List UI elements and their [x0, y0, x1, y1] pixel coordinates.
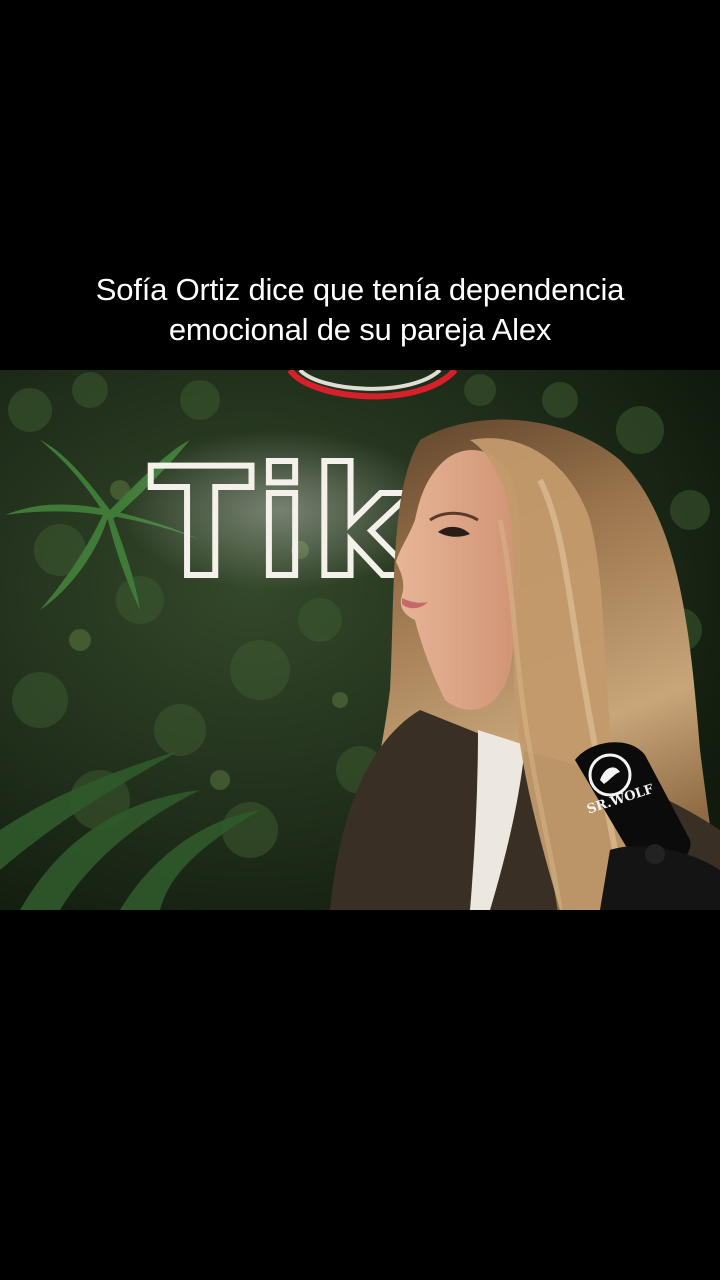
video-still-image: TikT SR.WOLF — [0, 370, 720, 910]
caption-line-1: Sofía Ortiz dice que tenía dependencia — [95, 272, 625, 307]
video-caption: Sofía Ortiz dice que tenía dependencia e… — [20, 270, 700, 350]
video-player-screen[interactable]: Sofía Ortiz dice que tenía dependencia e… — [0, 0, 720, 1280]
video-frame[interactable]: TikT SR.WOLF — [0, 370, 720, 910]
caption-line-2: emocional de su pareja Alex — [168, 312, 552, 347]
